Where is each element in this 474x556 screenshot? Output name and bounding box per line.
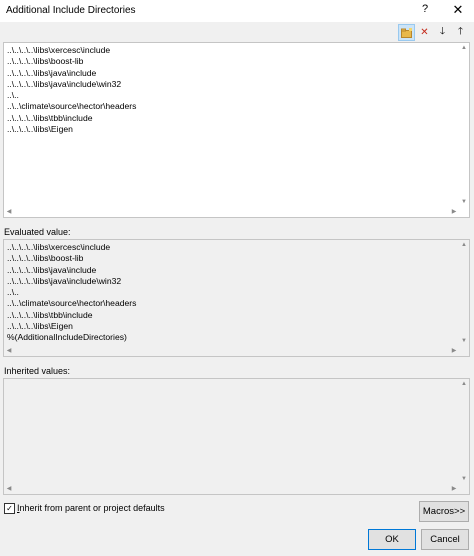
list-item[interactable]: ..\..\climate\source\hector\headers [7, 101, 457, 112]
list-item[interactable]: ..\.. [7, 90, 457, 101]
list-item: ..\..\..\..\libs\tbb\include [7, 309, 93, 320]
list-toolbar: ✕ 🡓 🡑 [398, 24, 469, 42]
inherited-list: ▲ ▼ ◀ ▶ [3, 378, 470, 495]
list-item[interactable]: ..\..\..\..\libs\tbb\include [7, 113, 457, 124]
arrow-up-icon: 🡑 [457, 26, 464, 37]
horizontal-scrollbar[interactable]: ◀ ▶ [4, 346, 459, 356]
list-item: ..\..\..\..\libs\java\include\win32 [7, 275, 122, 286]
cancel-button[interactable]: Cancel [421, 529, 469, 550]
scroll-up-icon[interactable]: ▲ [459, 43, 469, 53]
evaluated-rows: ..\..\..\..\libs\xercesc\include ..\..\.… [7, 242, 457, 344]
scroll-down-icon[interactable]: ▼ [459, 336, 469, 346]
vertical-scrollbar[interactable]: ▲ ▼ [459, 240, 469, 346]
list-item[interactable]: ..\..\..\..\libs\boost-lib [7, 56, 457, 67]
delete-icon: ✕ [420, 27, 429, 38]
title-bar: Additional Include Directories ? ✕ [0, 0, 474, 22]
move-up-button[interactable]: 🡑 [452, 24, 469, 41]
scroll-down-icon[interactable]: ▼ [459, 474, 469, 484]
help-button[interactable]: ? [416, 3, 434, 19]
scroll-up-icon[interactable]: ▲ [459, 240, 469, 250]
new-line-button[interactable] [398, 24, 415, 41]
list-item[interactable]: ..\..\..\..\libs\xercesc\include [7, 45, 457, 56]
scroll-up-icon[interactable]: ▲ [459, 379, 469, 389]
directories-list[interactable]: ..\..\..\..\libs\xercesc\include ..\..\.… [3, 42, 470, 218]
evaluated-list: ..\..\..\..\libs\xercesc\include ..\..\.… [3, 239, 470, 357]
inherit-checkbox-label[interactable]: Inherit from parent or project defaults [17, 503, 165, 513]
dialog-title: Additional Include Directories [6, 5, 136, 16]
vertical-scrollbar[interactable]: ▲ ▼ [459, 379, 469, 484]
list-item: ..\..\..\..\libs\boost-lib [7, 253, 84, 264]
horizontal-scrollbar[interactable]: ◀ ▶ [4, 207, 459, 217]
list-item: ..\..\..\..\libs\Eigen [7, 321, 73, 332]
list-item: %(AdditionalIncludeDirectories) [7, 332, 127, 343]
horizontal-scrollbar[interactable]: ◀ ▶ [4, 484, 459, 494]
inherited-label: Inherited values: [4, 366, 71, 376]
list-item[interactable]: ..\..\..\..\libs\Eigen [7, 124, 457, 135]
list-item[interactable]: ..\..\..\..\libs\java\include [7, 68, 457, 79]
inherit-label-text: nherit from parent or project defaults [19, 503, 165, 513]
list-item: ..\..\..\..\libs\java\include [7, 264, 97, 275]
close-button[interactable]: ✕ [448, 2, 468, 20]
macros-button[interactable]: Macros>> [419, 501, 469, 522]
move-down-button[interactable]: 🡓 [434, 24, 451, 41]
scroll-left-icon[interactable]: ◀ [4, 207, 14, 217]
inherit-checkbox[interactable]: ✓ [4, 503, 15, 514]
scroll-left-icon[interactable]: ◀ [4, 346, 14, 356]
delete-button[interactable]: ✕ [416, 24, 433, 41]
ok-button[interactable]: OK [368, 529, 416, 550]
arrow-down-icon: 🡓 [439, 26, 446, 37]
folder-icon [400, 27, 412, 38]
list-item[interactable]: ..\..\..\..\libs\java\include\win32 [7, 79, 457, 90]
scroll-right-icon[interactable]: ▶ [449, 484, 459, 494]
list-item: ..\..\climate\source\hector\headers [7, 298, 137, 309]
vertical-scrollbar[interactable]: ▲ ▼ [459, 43, 469, 207]
evaluated-label: Evaluated value: [4, 227, 71, 237]
scroll-right-icon[interactable]: ▶ [449, 207, 459, 217]
scroll-right-icon[interactable]: ▶ [449, 346, 459, 356]
list-item: ..\..\..\..\libs\xercesc\include [7, 242, 111, 252]
scroll-down-icon[interactable]: ▼ [459, 197, 469, 207]
directories-rows: ..\..\..\..\libs\xercesc\include ..\..\.… [7, 45, 457, 135]
scroll-left-icon[interactable]: ◀ [4, 484, 14, 494]
list-item: ..\.. [7, 287, 19, 298]
